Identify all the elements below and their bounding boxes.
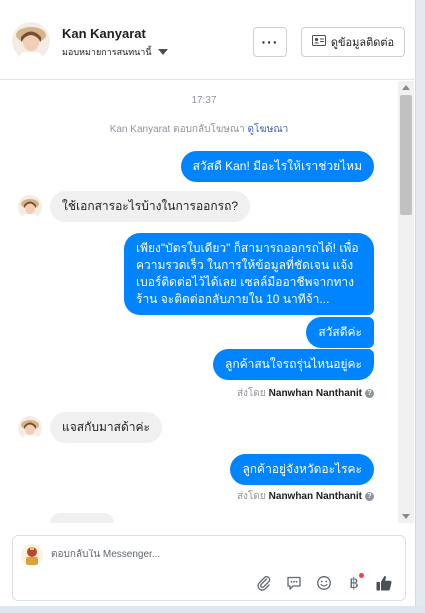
message-bubble-outgoing[interactable]: ลูกค้าอยู่จังหวัดอะไรคะ — [230, 454, 374, 485]
contact-button-label: ดูข้อมูลติดต่อ — [330, 37, 395, 49]
ad-reply-text: Kan Kanyarat ตอบกลับโฆษณา — [109, 124, 245, 135]
help-icon[interactable]: ? — [365, 492, 374, 501]
contact-card-icon — [311, 35, 326, 49]
scroll-thumb[interactable] — [400, 95, 412, 215]
message-bubble-outgoing[interactable]: ลูกค้าสนใจรถรุ่นไหนอยู่คะ — [212, 349, 374, 380]
caret-down-icon — [157, 49, 168, 55]
page-avatar — [21, 544, 43, 566]
paperclip-icon[interactable] — [255, 574, 273, 592]
reply-input[interactable] — [51, 549, 371, 560]
avatar — [18, 195, 42, 219]
speech-bubble-icon[interactable] — [285, 574, 303, 592]
assign-label: มอบหมายการสนทนานี้ — [62, 47, 152, 57]
sent-by-label: ส่งโดย Nanwhan Nanthanit ? — [237, 489, 374, 504]
scroll-down-arrow-icon[interactable] — [402, 514, 410, 519]
conversation-header: Kan Kanyarat มอบหมายการสนทนานี้ ··· ดูข้… — [0, 0, 416, 80]
help-icon[interactable]: ? — [365, 389, 374, 398]
thread-scrollbar[interactable] — [398, 81, 414, 523]
message-bubble-incoming[interactable]: แจสกับมาสด้าค่ะ — [50, 412, 162, 443]
reply-composer: ฿ — [12, 535, 406, 601]
baht-icon[interactable]: ฿ — [345, 573, 364, 592]
more-label: ··· — [261, 34, 279, 50]
sender-name: Nanwhan Nanthanit — [268, 388, 362, 399]
sender-name: Nanwhan Nanthanit — [268, 491, 362, 502]
message-bubble-outgoing[interactable]: เพียง"บัตรใบเดียว" ก็สามารถออกรถได้! เพื… — [124, 233, 374, 315]
message-bubble-incoming[interactable]: ใช้เอกสารอะไรบ้างในการออกรถ? — [50, 191, 251, 222]
view-ad-link[interactable]: ดูโฆษณา — [248, 124, 289, 135]
sent-by-label: ส่งโดย Nanwhan Nanthanit ? — [237, 386, 374, 401]
composer-toolbar: ฿ — [255, 573, 393, 592]
scroll-up-arrow-icon[interactable] — [402, 85, 410, 90]
sent-by-prefix: ส่งโดย — [236, 491, 266, 502]
ad-reply-notice: Kan Kanyarat ตอบกลับโฆษณา ดูโฆษณา — [0, 122, 398, 137]
sent-by-prefix: ส่งโดย — [236, 388, 266, 399]
message-bubble-outgoing[interactable]: สวัสดีค่ะ — [306, 317, 374, 348]
more-options-button[interactable]: ··· — [253, 27, 287, 57]
view-contact-button[interactable]: ดูข้อมูลติดต่อ — [301, 27, 405, 57]
messenger-panel: Kan Kanyarat มอบหมายการสนทนานี้ ··· ดูข้… — [0, 0, 416, 606]
typing-indicator — [50, 513, 114, 523]
contact-name: Kan Kanyarat — [62, 26, 146, 41]
avatar — [18, 416, 42, 440]
assign-conversation-dropdown[interactable]: มอบหมายการสนทนานี้ — [62, 45, 168, 59]
message-thread[interactable]: 17:37 Kan Kanyarat ตอบกลับโฆษณา ดูโฆษณา … — [0, 81, 398, 523]
timestamp: 17:37 — [191, 95, 217, 106]
thumbs-up-icon[interactable] — [375, 574, 393, 592]
smile-icon[interactable] — [315, 574, 333, 592]
message-bubble-outgoing[interactable]: สวัสดี Kan! มีอะไรให้เราช่วยไหม — [180, 151, 374, 182]
baht-glyph: ฿ — [349, 574, 359, 592]
bottom-strip — [0, 606, 425, 613]
avatar[interactable] — [12, 22, 50, 60]
notification-dot — [359, 573, 364, 578]
